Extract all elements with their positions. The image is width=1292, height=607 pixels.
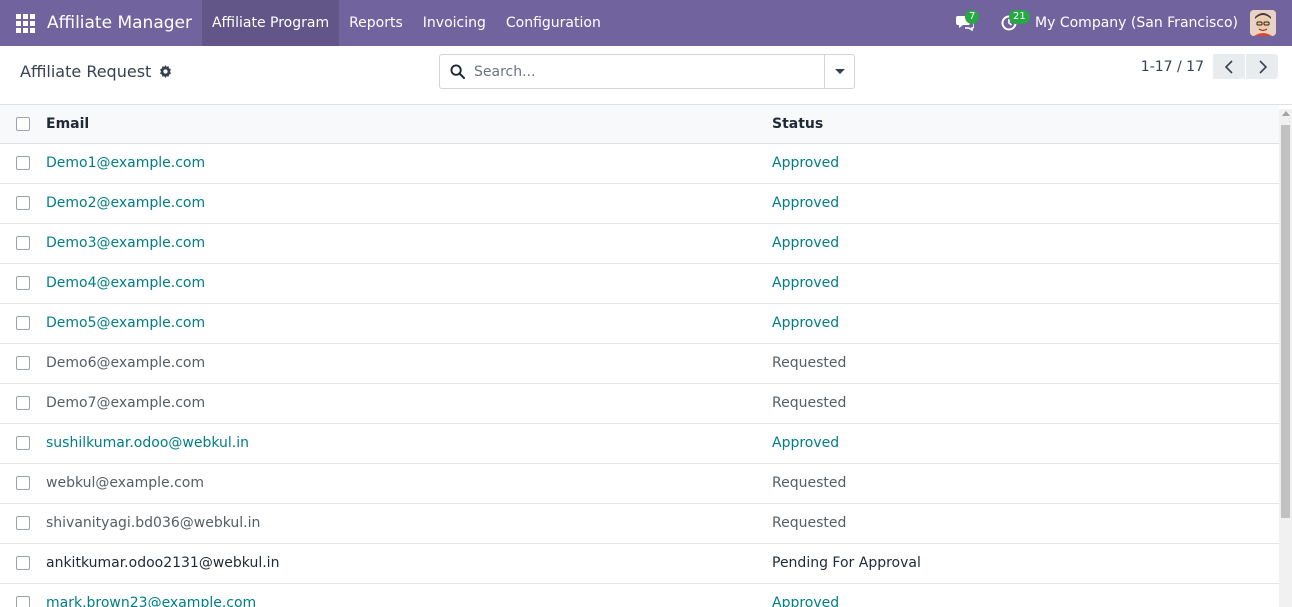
pager-previous-button[interactable] — [1213, 54, 1245, 79]
row-status[interactable]: Approved — [772, 263, 1279, 303]
row-checkbox[interactable] — [16, 596, 30, 607]
column-header-email[interactable]: Email — [46, 105, 772, 143]
row-email[interactable]: shivanityagi.bd036@webkul.in — [46, 503, 772, 543]
row-checkbox[interactable] — [16, 556, 30, 570]
app-name[interactable]: Affiliate Manager — [46, 0, 202, 46]
table-row[interactable]: Demo3@example.com Approved — [0, 223, 1279, 263]
table-row[interactable]: Demo4@example.com Approved — [0, 263, 1279, 303]
row-checkbox[interactable] — [16, 236, 30, 250]
control-panel: Affiliate Request 1-17 / 17 — [0, 46, 1292, 105]
row-status[interactable]: Requested — [772, 503, 1279, 543]
row-checkbox[interactable] — [16, 516, 30, 530]
scrollbar-thumb[interactable] — [1281, 125, 1290, 518]
row-status[interactable]: Approved — [772, 583, 1279, 607]
gear-icon[interactable] — [159, 65, 172, 78]
row-checkbox[interactable] — [16, 396, 30, 410]
row-email[interactable]: sushilkumar.odoo@webkul.in — [46, 423, 772, 463]
menu-affiliate-program[interactable]: Affiliate Program — [201, 0, 340, 46]
menu-configuration[interactable]: Configuration — [496, 0, 611, 46]
table-row[interactable]: Demo1@example.com Approved — [0, 143, 1279, 183]
table-row[interactable]: Demo5@example.com Approved — [0, 303, 1279, 343]
company-switcher[interactable]: My Company (San Francisco) — [1031, 15, 1250, 31]
scroll-up-arrow-icon[interactable] — [1282, 111, 1290, 116]
table-header-row: Email Status — [0, 105, 1279, 143]
search-options-toggle[interactable] — [824, 55, 854, 88]
search-box — [439, 54, 855, 89]
table-row[interactable]: Demo2@example.com Approved — [0, 183, 1279, 223]
affiliate-request-table: Email Status Demo1@example.com Approved De… — [0, 105, 1279, 607]
activities-badge: 21 — [1009, 10, 1030, 24]
row-email[interactable]: Demo1@example.com — [46, 143, 772, 183]
row-email[interactable]: webkul@example.com — [46, 463, 772, 503]
row-email[interactable]: Demo5@example.com — [46, 303, 772, 343]
row-status[interactable]: Requested — [772, 463, 1279, 503]
row-checkbox[interactable] — [16, 276, 30, 290]
table-row[interactable]: sushilkumar.odoo@webkul.in Approved — [0, 423, 1279, 463]
list-view: Email Status Demo1@example.com Approved De… — [0, 105, 1292, 607]
row-email[interactable]: Demo6@example.com — [46, 343, 772, 383]
row-email[interactable]: Demo2@example.com — [46, 183, 772, 223]
row-checkbox[interactable] — [16, 196, 30, 210]
pager: 1-17 / 17 — [1141, 54, 1278, 79]
row-status[interactable]: Pending For Approval — [772, 543, 1279, 583]
table-row[interactable]: Demo6@example.com Requested — [0, 343, 1279, 383]
pager-value[interactable]: 1-17 / 17 — [1141, 59, 1204, 75]
table-row[interactable]: mark.brown23@example.com Approved — [0, 583, 1279, 607]
row-checkbox[interactable] — [16, 356, 30, 370]
menu-invoicing[interactable]: Invoicing — [413, 0, 496, 46]
column-header-status[interactable]: Status — [772, 105, 1279, 143]
search-input[interactable] — [474, 55, 824, 88]
chevron-left-icon — [1224, 59, 1233, 74]
row-status[interactable]: Approved — [772, 223, 1279, 263]
row-checkbox[interactable] — [16, 156, 30, 170]
search-icon — [440, 64, 474, 79]
chevron-right-icon — [1258, 59, 1267, 74]
row-status[interactable]: Approved — [772, 183, 1279, 223]
menu-reports[interactable]: Reports — [339, 0, 413, 46]
row-status[interactable]: Requested — [772, 343, 1279, 383]
page-title: Affiliate Request — [20, 62, 152, 81]
select-all-checkbox[interactable] — [16, 116, 30, 131]
row-checkbox[interactable] — [16, 476, 30, 490]
pager-next-button[interactable] — [1246, 54, 1278, 79]
row-status[interactable]: Requested — [772, 383, 1279, 423]
row-status[interactable]: Approved — [772, 303, 1279, 343]
row-email[interactable]: Demo3@example.com — [46, 223, 772, 263]
table-row[interactable]: ankitkumar.odoo2131@webkul.in Pending For… — [0, 543, 1279, 583]
row-email[interactable]: ankitkumar.odoo2131@webkul.in — [46, 543, 772, 583]
messages-badge: 7 — [965, 10, 980, 24]
top-navbar: Affiliate Manager Affiliate Program Repo… — [0, 0, 1292, 46]
row-status[interactable]: Approved — [772, 143, 1279, 183]
messages-button[interactable]: 7 — [943, 0, 987, 46]
row-status[interactable]: Approved — [772, 423, 1279, 463]
row-email[interactable]: mark.brown23@example.com — [46, 583, 772, 607]
caret-down-icon — [834, 69, 845, 74]
table-row[interactable]: webkul@example.com Requested — [0, 463, 1279, 503]
row-email[interactable]: Demo7@example.com — [46, 383, 772, 423]
breadcrumb: Affiliate Request — [20, 62, 172, 81]
row-email[interactable]: Demo4@example.com — [46, 263, 772, 303]
activities-button[interactable]: 21 — [987, 0, 1031, 46]
row-checkbox[interactable] — [16, 436, 30, 450]
user-avatar[interactable] — [1250, 10, 1276, 36]
scrollbar[interactable] — [1279, 109, 1292, 607]
table-row[interactable]: shivanityagi.bd036@webkul.in Requested — [0, 503, 1279, 543]
avatar-face-icon — [1250, 10, 1276, 36]
table-row[interactable]: Demo7@example.com Requested — [0, 383, 1279, 423]
apps-menu-icon[interactable] — [0, 0, 46, 46]
row-checkbox[interactable] — [16, 316, 30, 330]
